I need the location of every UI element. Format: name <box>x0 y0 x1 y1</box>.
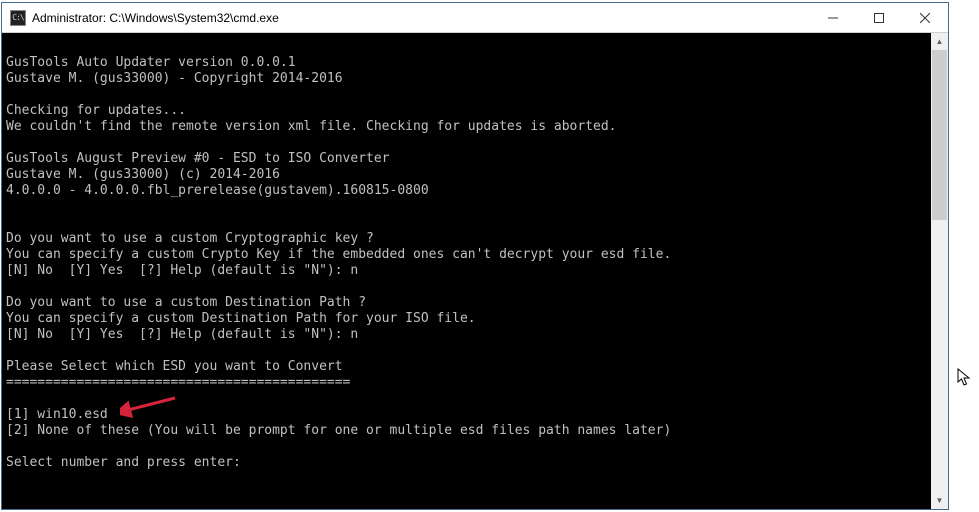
terminal-line <box>6 215 944 231</box>
terminal-line <box>6 439 944 455</box>
terminal-line: You can specify a custom Destination Pat… <box>6 311 944 327</box>
minimize-button[interactable] <box>810 3 856 32</box>
window-controls <box>810 3 948 32</box>
terminal-line <box>6 135 944 151</box>
cmd-window: C:\ Administrator: C:\Windows\System32\c… <box>1 2 949 510</box>
terminal-line: We couldn't find the remote version xml … <box>6 119 944 135</box>
terminal-line: [2] None of these (You will be prompt fo… <box>6 423 944 439</box>
terminal-line: Select number and press enter: <box>6 455 944 471</box>
terminal-line <box>6 279 944 295</box>
scroll-down-icon[interactable]: ▼ <box>931 492 948 509</box>
window-title: Administrator: C:\Windows\System32\cmd.e… <box>32 11 810 25</box>
mouse-cursor-icon <box>957 368 973 388</box>
minimize-icon <box>828 13 838 23</box>
cmd-icon: C:\ <box>10 10 26 26</box>
terminal-line <box>6 391 944 407</box>
terminal-line <box>6 199 944 215</box>
terminal-line: ========================================… <box>6 375 944 391</box>
terminal-line: 4.0.0.0 - 4.0.0.0.fbl_prerelease(gustave… <box>6 183 944 199</box>
terminal-line: You can specify a custom Crypto Key if t… <box>6 247 944 263</box>
maximize-icon <box>874 13 884 23</box>
terminal-line: Do you want to use a custom Cryptographi… <box>6 231 944 247</box>
terminal-line <box>6 87 944 103</box>
terminal-line: [N] No [Y] Yes [?] Help (default is "N")… <box>6 327 944 343</box>
scrollbar-thumb[interactable] <box>932 50 947 220</box>
terminal-output[interactable]: GusTools Auto Updater version 0.0.0.1Gus… <box>2 33 948 509</box>
terminal-line <box>6 343 944 359</box>
scroll-up-icon[interactable]: ▲ <box>931 33 948 50</box>
terminal-line: [1] win10.esd <box>6 407 944 423</box>
title-bar[interactable]: C:\ Administrator: C:\Windows\System32\c… <box>2 3 948 33</box>
maximize-button[interactable] <box>856 3 902 32</box>
terminal-line: GusTools Auto Updater version 0.0.0.1 <box>6 55 944 71</box>
terminal-line: Gustave M. (gus33000) - Copyright 2014-2… <box>6 71 944 87</box>
terminal-line: Checking for updates... <box>6 103 944 119</box>
terminal-line: [N] No [Y] Yes [?] Help (default is "N")… <box>6 263 944 279</box>
close-icon <box>920 13 930 23</box>
close-button[interactable] <box>902 3 948 32</box>
terminal-line: Please Select which ESD you want to Conv… <box>6 359 944 375</box>
terminal-line: Gustave M. (gus33000) (c) 2014-2016 <box>6 167 944 183</box>
scrollbar[interactable]: ▲ ▼ <box>931 33 948 509</box>
terminal-line <box>6 39 944 55</box>
terminal-line: Do you want to use a custom Destination … <box>6 295 944 311</box>
terminal-line: GusTools August Preview #0 - ESD to ISO … <box>6 151 944 167</box>
